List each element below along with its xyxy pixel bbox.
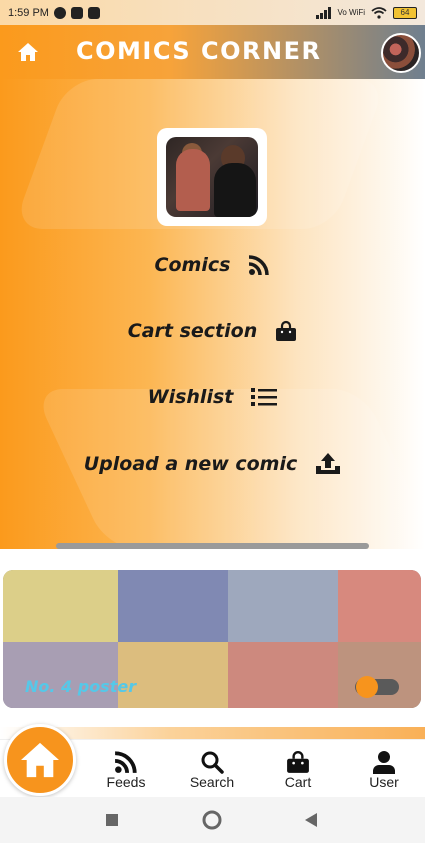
back-triangle-icon [305, 813, 317, 827]
banner-toggle[interactable] [355, 676, 399, 698]
wifi-icon [371, 6, 387, 19]
nav-home-button[interactable] [4, 724, 76, 796]
profile-photo [166, 137, 258, 217]
menu-comics[interactable]: Comics [0, 254, 425, 276]
profile-avatar[interactable] [381, 33, 421, 73]
nav-feeds-label: Feeds [106, 774, 146, 790]
profile-photo-frame[interactable] [157, 128, 267, 226]
menu-comics-label: Comics [154, 254, 231, 276]
hero-section: Comics Cart section Wishlist Upload a ne… [0, 79, 425, 549]
home-icon [21, 742, 59, 778]
nav-search-label: Search [189, 774, 235, 790]
upload-icon [316, 453, 341, 474]
app-notification-icon [70, 6, 83, 19]
menu-wishlist[interactable]: Wishlist [0, 386, 425, 408]
system-back-button[interactable] [300, 809, 322, 831]
shopping-bag-icon [287, 751, 309, 773]
nav-user-label: User [369, 774, 399, 790]
shopping-bag-icon [276, 320, 297, 341]
home-icon [18, 43, 38, 61]
poster-banner[interactable]: No. 4 poster [3, 570, 421, 708]
header-home-button[interactable] [0, 25, 56, 79]
volte-indicator: Vo WiFi [337, 7, 365, 17]
menu-cart-section[interactable]: Cart section [0, 320, 425, 342]
nav-search[interactable]: Search [172, 750, 252, 790]
system-navigation-bar [0, 797, 425, 843]
circle-icon [202, 810, 222, 830]
nav-user[interactable]: User [344, 750, 424, 790]
nav-feeds[interactable]: Feeds [86, 750, 166, 790]
search-icon [201, 751, 224, 774]
nav-cart-label: Cart [284, 774, 312, 790]
list-icon [251, 388, 278, 406]
menu-cart-label: Cart section [127, 320, 258, 342]
status-left: 1:59 PM [8, 6, 100, 19]
status-time: 1:59 PM [8, 6, 49, 19]
menu-wishlist-label: Wishlist [147, 386, 234, 408]
user-icon [373, 751, 395, 774]
app-title: Comics Corner [76, 37, 322, 65]
banner-caption: No. 4 poster [25, 677, 137, 696]
status-bar: 1:59 PM Vo WiFi 64 [0, 0, 425, 25]
battery-indicator: 64 [393, 6, 417, 19]
square-icon [106, 814, 118, 826]
whatsapp-icon [53, 6, 66, 19]
menu-upload-label: Upload a new comic [83, 453, 298, 475]
rss-icon [249, 255, 270, 276]
signal-icon [316, 6, 332, 19]
app-header: Comics Corner [0, 25, 425, 79]
rss-icon [114, 751, 137, 774]
nav-cart[interactable]: Cart [258, 750, 338, 790]
recent-apps-button[interactable] [101, 809, 123, 831]
status-right: Vo WiFi 64 [316, 6, 417, 19]
toggle-knob [356, 676, 378, 698]
menu-upload-comic[interactable]: Upload a new comic [0, 452, 425, 476]
hero-divider [56, 543, 369, 549]
system-home-button[interactable] [201, 809, 223, 831]
video-camera-icon [87, 6, 100, 19]
